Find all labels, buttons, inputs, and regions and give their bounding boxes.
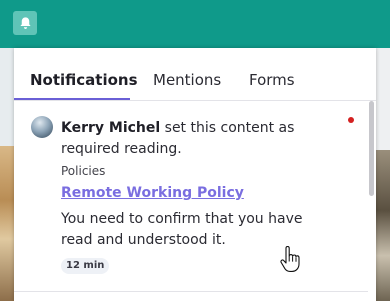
top-bar [0,0,390,48]
tab-notifications[interactable]: Notifications [30,71,138,89]
avatar [31,116,53,138]
active-tab-indicator [14,98,130,100]
notification-summary: Kerry Michel set this content as require… [61,118,321,160]
time-badge: 12 min [61,258,110,274]
hand-cursor-icon [280,246,300,272]
notifications-panel: Notifications Mentions Forms Kerry Miche… [14,48,376,301]
background-image [376,150,390,301]
tab-bar: Notifications Mentions Forms [14,48,376,101]
document-link[interactable]: Remote Working Policy [61,185,244,201]
bell-icon [19,16,31,29]
background-page-right [376,48,390,301]
unread-indicator [348,117,354,123]
divider [14,291,368,292]
scrollbar-thumb[interactable] [369,101,374,196]
notifications-button[interactable] [13,11,37,35]
scrollbar[interactable] [368,101,376,301]
author-name: Kerry Michel [61,120,161,136]
background-page-left [0,48,14,301]
tab-mentions[interactable]: Mentions [153,71,221,89]
category-label: Policies [61,164,106,178]
background-image [0,146,14,301]
notification-item[interactable]: Kerry Michel set this content as require… [14,101,368,291]
tab-forms[interactable]: Forms [249,71,295,89]
notification-message: You need to confirm that you have read a… [61,211,303,248]
